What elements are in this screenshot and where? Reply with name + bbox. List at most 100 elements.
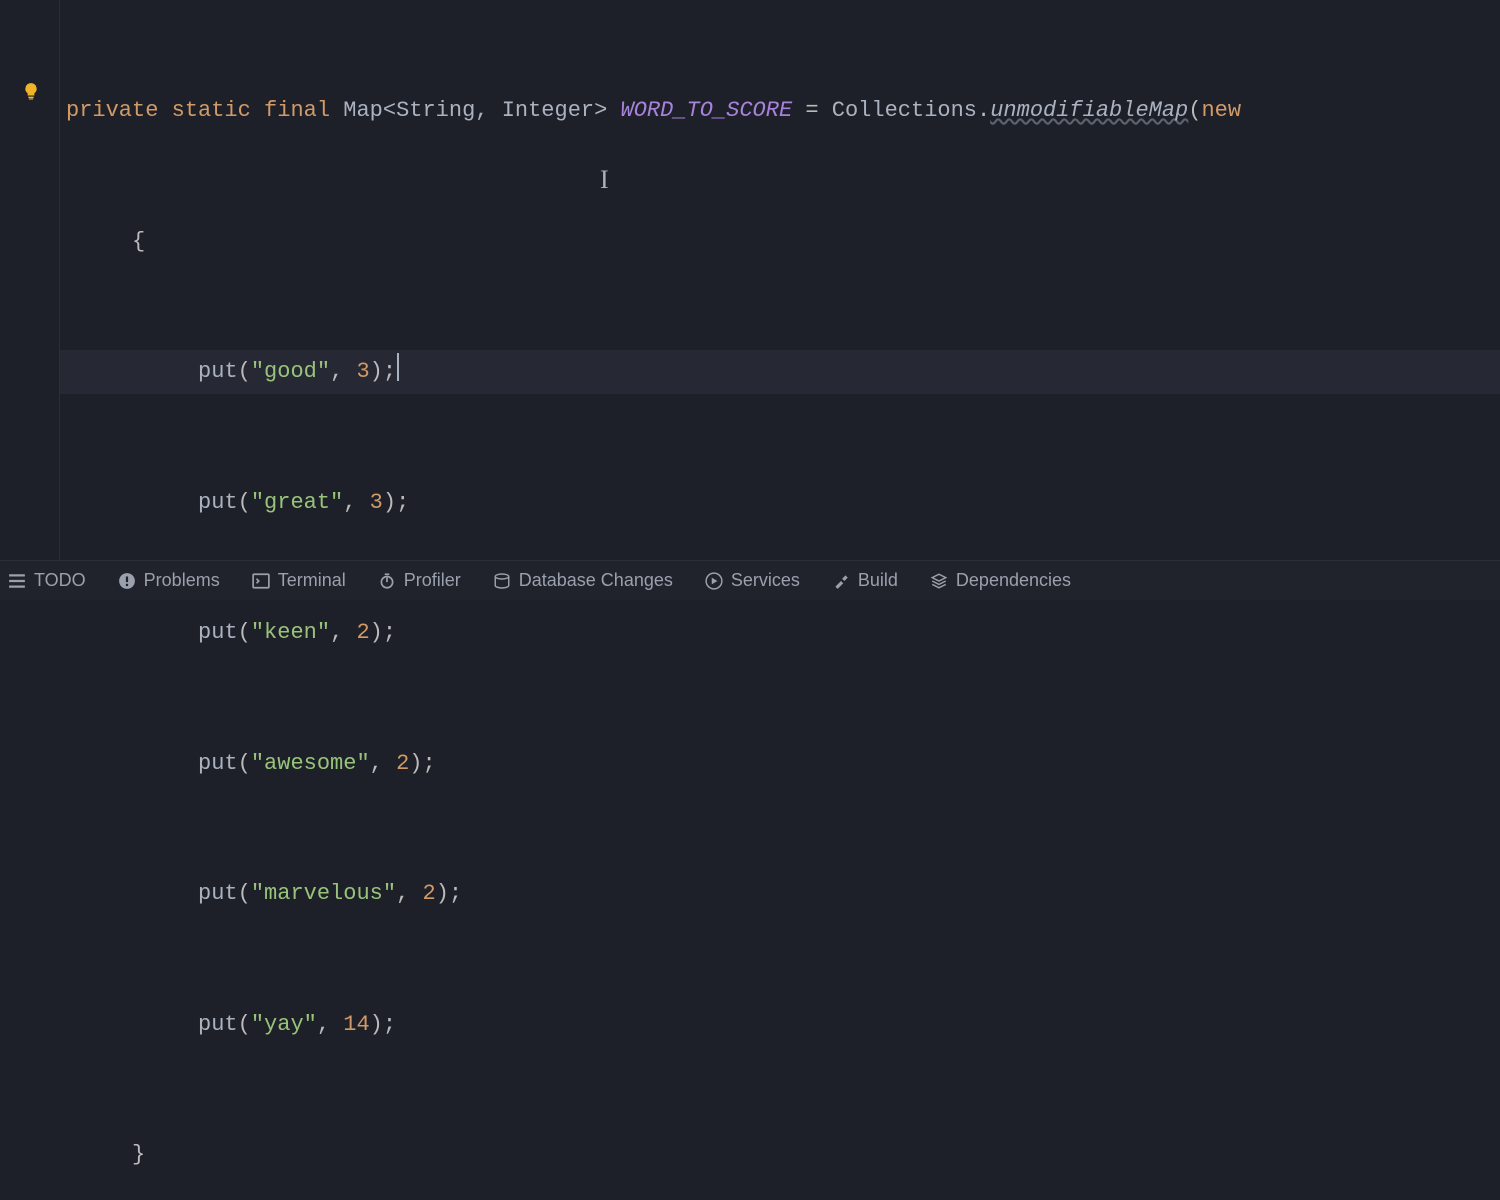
database-icon bbox=[493, 572, 511, 590]
semicolon: ; bbox=[449, 881, 462, 906]
tool-label: Profiler bbox=[404, 570, 461, 591]
dot: . bbox=[977, 98, 990, 123]
comma: , bbox=[330, 359, 356, 384]
warning-icon bbox=[118, 572, 136, 590]
comma: , bbox=[317, 1012, 343, 1037]
tool-label: Build bbox=[858, 570, 898, 591]
profiler-icon bbox=[378, 572, 396, 590]
type: Integer bbox=[502, 98, 594, 123]
keyword: static bbox=[172, 98, 251, 123]
paren-close: ) bbox=[383, 490, 396, 515]
paren-open: ( bbox=[238, 620, 251, 645]
code-line: { bbox=[60, 220, 1500, 264]
method: put bbox=[198, 1012, 238, 1037]
text-caret bbox=[397, 353, 399, 381]
code-line: put("marvelous", 2); bbox=[60, 872, 1500, 916]
method-call: unmodifiableMap bbox=[990, 98, 1188, 123]
paren-open: ( bbox=[238, 1012, 251, 1037]
paren-open: ( bbox=[238, 359, 251, 384]
angle-open: < bbox=[383, 98, 396, 123]
ibeam-cursor-icon: I bbox=[600, 158, 609, 202]
semicolon: ; bbox=[383, 620, 396, 645]
method: put bbox=[198, 751, 238, 776]
code-editor[interactable]: private static final Map<String, Integer… bbox=[0, 0, 1500, 560]
class-ref: Collections bbox=[832, 98, 977, 123]
layers-icon bbox=[930, 572, 948, 590]
paren-open: ( bbox=[238, 490, 251, 515]
method: put bbox=[198, 359, 238, 384]
semicolon: ; bbox=[422, 751, 435, 776]
code-area[interactable]: private static final Map<String, Integer… bbox=[60, 0, 1500, 560]
semicolon: ; bbox=[383, 359, 396, 384]
keyword: new bbox=[1201, 98, 1241, 123]
tool-label: Problems bbox=[144, 570, 220, 591]
number-literal: 3 bbox=[356, 359, 369, 384]
tool-problems[interactable]: Problems bbox=[118, 570, 220, 591]
number-literal: 3 bbox=[370, 490, 383, 515]
tool-profiler[interactable]: Profiler bbox=[378, 570, 461, 591]
tool-label: Database Changes bbox=[519, 570, 673, 591]
paren-close: ) bbox=[370, 359, 383, 384]
angle-close: > bbox=[594, 98, 607, 123]
comma: , bbox=[370, 751, 396, 776]
tool-build[interactable]: Build bbox=[832, 570, 898, 591]
tool-label: Services bbox=[731, 570, 800, 591]
tool-label: TODO bbox=[34, 570, 86, 591]
string-literal: "marvelous" bbox=[251, 881, 396, 906]
string-literal: "keen" bbox=[251, 620, 330, 645]
constant-name: WORD_TO_SCORE bbox=[621, 98, 793, 123]
paren-open: ( bbox=[238, 881, 251, 906]
tool-label: Dependencies bbox=[956, 570, 1071, 591]
tool-todo[interactable]: TODO bbox=[8, 570, 86, 591]
number-literal: 2 bbox=[396, 751, 409, 776]
paren-close: ) bbox=[409, 751, 422, 776]
keyword: final bbox=[264, 98, 330, 123]
method: put bbox=[198, 490, 238, 515]
tool-window-bar: TODO Problems Terminal Profiler Database… bbox=[0, 560, 1500, 600]
type: String bbox=[396, 98, 475, 123]
intention-bulb-icon[interactable] bbox=[22, 82, 40, 107]
terminal-icon bbox=[252, 572, 270, 590]
code-line: private static final Map<String, Integer… bbox=[60, 89, 1500, 133]
semicolon: ; bbox=[396, 490, 409, 515]
tool-services[interactable]: Services bbox=[705, 570, 800, 591]
number-literal: 14 bbox=[343, 1012, 369, 1037]
tool-dependencies[interactable]: Dependencies bbox=[930, 570, 1071, 591]
method: put bbox=[198, 620, 238, 645]
code-line: put("awesome", 2); bbox=[60, 742, 1500, 786]
editor-gutter bbox=[0, 0, 60, 560]
paren-open: ( bbox=[238, 751, 251, 776]
code-line: } bbox=[60, 1133, 1500, 1177]
paren-close: ) bbox=[436, 881, 449, 906]
paren-close: ) bbox=[370, 1012, 383, 1037]
string-literal: "awesome" bbox=[251, 751, 370, 776]
comma: , bbox=[330, 620, 356, 645]
play-icon bbox=[705, 572, 723, 590]
semicolon: ; bbox=[383, 1012, 396, 1037]
code-line: put("yay", 14); bbox=[60, 1003, 1500, 1047]
tool-terminal[interactable]: Terminal bbox=[252, 570, 346, 591]
paren-close: ) bbox=[370, 620, 383, 645]
keyword: private bbox=[66, 98, 158, 123]
tool-database-changes[interactable]: Database Changes bbox=[493, 570, 673, 591]
type: Map bbox=[343, 98, 383, 123]
tool-label: Terminal bbox=[278, 570, 346, 591]
code-line: put("great", 3); bbox=[60, 481, 1500, 525]
brace-open: { bbox=[132, 229, 145, 254]
method: put bbox=[198, 881, 238, 906]
paren-open: ( bbox=[1188, 98, 1201, 123]
comma: , bbox=[343, 490, 369, 515]
equals: = bbox=[792, 98, 832, 123]
code-line-active: put("good", 3); bbox=[60, 350, 1500, 394]
hammer-icon bbox=[832, 572, 850, 590]
comma: , bbox=[475, 98, 501, 123]
comma: , bbox=[396, 881, 422, 906]
brace-close: } bbox=[132, 1142, 145, 1167]
code-line: put("keen", 2); bbox=[60, 611, 1500, 655]
string-literal: "yay" bbox=[251, 1012, 317, 1037]
string-literal: "great" bbox=[251, 490, 343, 515]
string-literal: "good" bbox=[251, 359, 330, 384]
list-icon bbox=[8, 572, 26, 590]
number-literal: 2 bbox=[356, 620, 369, 645]
number-literal: 2 bbox=[422, 881, 435, 906]
